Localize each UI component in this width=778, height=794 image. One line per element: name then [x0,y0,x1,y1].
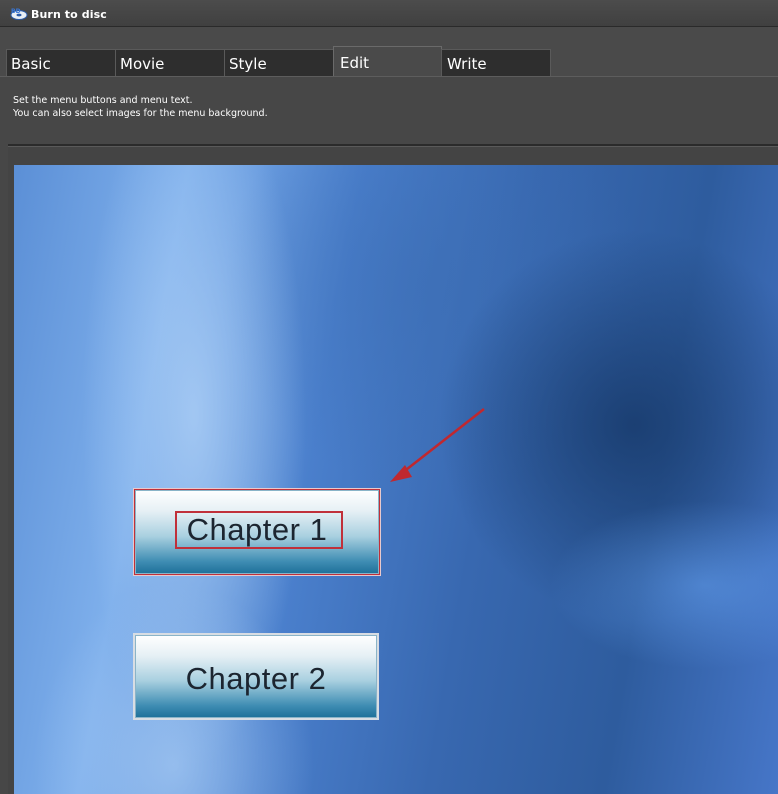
annotation-arrow [390,408,485,482]
arrow-shaft [401,408,485,474]
chapter-1-button[interactable]: Chapter 1 [133,488,381,576]
chapter-1-label[interactable]: Chapter 1 [135,512,379,548]
svg-text:BD: BD [11,8,21,15]
burn-to-disc-window: BD Burn to disc Basic Movie Style Edit W… [0,0,778,794]
disc-burn-icon: BD [10,8,28,20]
chapter-2-label[interactable]: Chapter 2 [135,661,377,697]
tab-movie-label: Movie [120,55,165,73]
tab-basic[interactable]: Basic [6,49,116,76]
tab-style[interactable]: Style [224,49,334,76]
description-panel: Set the menu buttons and menu text. You … [0,77,778,143]
tab-edit-label: Edit [340,54,370,72]
description-line-1: Set the menu buttons and menu text. [13,95,193,106]
title-bar: BD Burn to disc [0,0,778,27]
window-title: Burn to disc [31,8,107,21]
tab-write-label: Write [447,55,487,73]
tab-write[interactable]: Write [441,49,551,76]
description-line-2: You can also select images for the menu … [13,108,268,119]
tab-edit[interactable]: Edit [333,46,442,77]
arrow-head [390,465,412,482]
tab-basic-label: Basic [11,55,51,73]
chapter-2-button[interactable]: Chapter 2 [133,633,379,720]
tab-style-label: Style [229,55,267,73]
tab-movie[interactable]: Movie [115,49,225,76]
menu-preview[interactable]: Chapter 1 Chapter 2 [14,165,778,794]
